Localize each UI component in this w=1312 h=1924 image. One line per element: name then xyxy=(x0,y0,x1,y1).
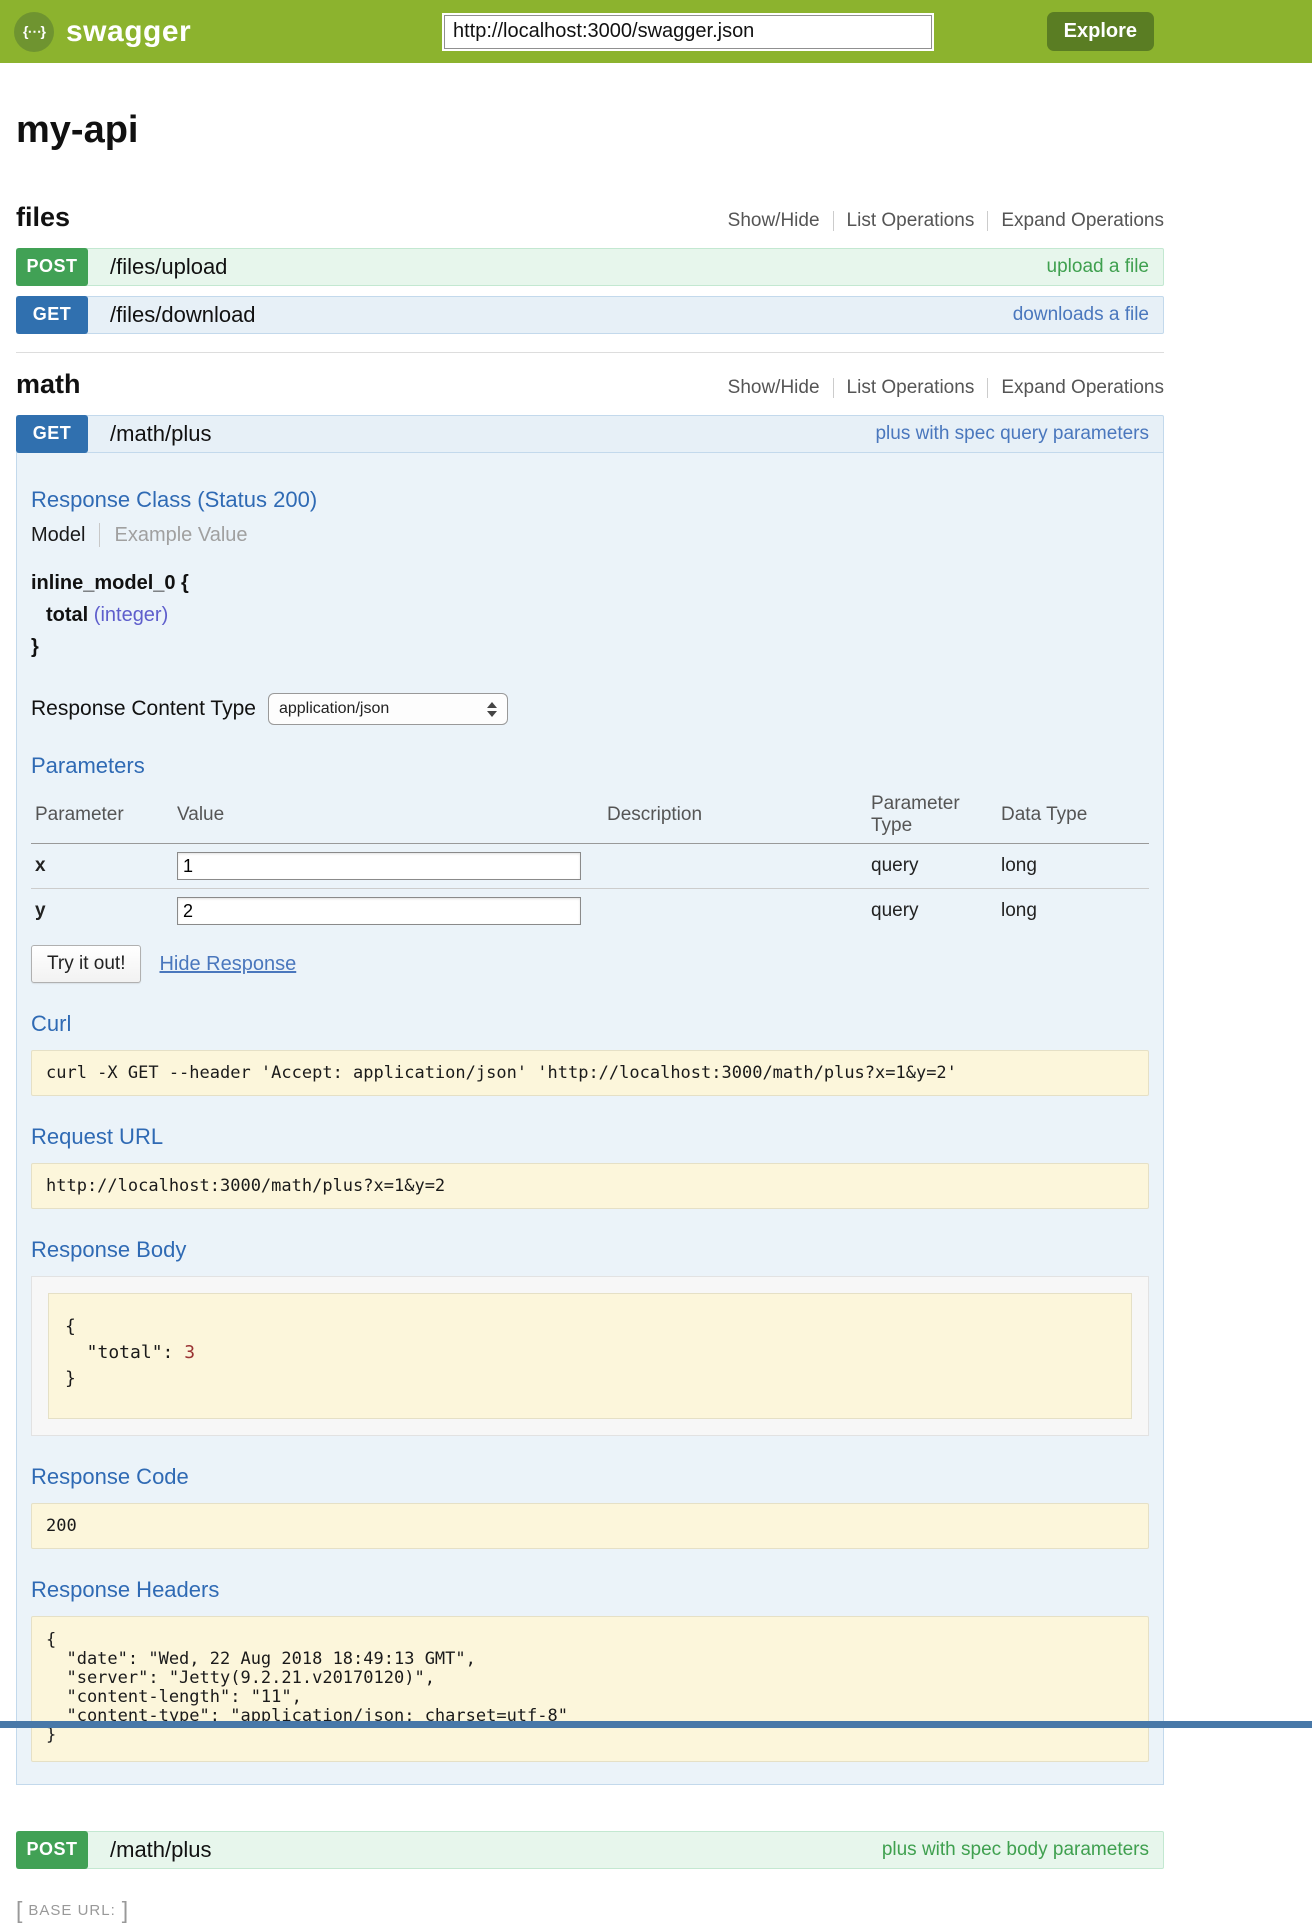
endpoint-path[interactable]: /files/download xyxy=(110,302,256,328)
explore-button[interactable]: Explore xyxy=(1047,12,1154,51)
param-name: y xyxy=(31,889,173,934)
param-row-x: x query long xyxy=(31,844,1149,889)
endpoint-summary[interactable]: upload a file xyxy=(1047,256,1149,278)
section-title-files: files xyxy=(16,202,70,233)
math-section-header: math Show/Hide List Operations Expand Op… xyxy=(16,369,1164,400)
endpoint-path[interactable]: /files/upload xyxy=(110,254,227,280)
tab-example-value[interactable]: Example Value xyxy=(114,524,247,547)
model-definition: inline_model_0 { total (integer) } xyxy=(31,567,1149,663)
col-data-type: Data Type xyxy=(997,787,1149,844)
response-body-heading: Response Body xyxy=(31,1237,1149,1263)
param-x-value-input[interactable] xyxy=(177,852,581,880)
col-value: Value xyxy=(173,787,603,844)
param-description xyxy=(603,889,867,934)
json-number-value: 3 xyxy=(184,1342,195,1363)
param-row-y: y query long xyxy=(31,889,1149,934)
swagger-logo[interactable]: {⋯} swagger xyxy=(14,12,444,52)
base-url-bracket-close: ] xyxy=(122,1897,128,1924)
json-key: "total": xyxy=(65,1342,184,1363)
param-description xyxy=(603,844,867,889)
model-close-brace: } xyxy=(31,631,1149,663)
tab-model[interactable]: Model xyxy=(31,524,85,547)
method-badge-post: POST xyxy=(16,1831,88,1869)
section-divider xyxy=(16,352,1164,353)
try-it-out-button[interactable]: Try it out! xyxy=(31,945,141,983)
model-tabs: Model Example Value xyxy=(31,523,1149,547)
endpoint-summary[interactable]: plus with spec query parameters xyxy=(875,423,1149,445)
swagger-braces-icon: {⋯} xyxy=(14,12,54,52)
method-badge-get: GET xyxy=(16,296,88,334)
headers-line: "content-length": "11", xyxy=(46,1687,302,1707)
files-expand-operations-link[interactable]: Expand Operations xyxy=(988,210,1164,232)
response-content-type-select[interactable]: application/json xyxy=(268,693,508,725)
headers-line: "server": "Jetty(9.2.21.v20170120)", xyxy=(46,1668,435,1688)
select-arrows-icon xyxy=(487,702,497,717)
endpoint-path[interactable]: /math/plus xyxy=(110,1837,212,1863)
data-type-cell: long xyxy=(997,844,1149,889)
spec-url-input[interactable] xyxy=(444,15,932,49)
param-y-value-input[interactable] xyxy=(177,897,581,925)
parameters-header-row: Parameter Value Description Parameter Ty… xyxy=(31,787,1149,844)
base-url-footer: [ BASE URL: ] xyxy=(16,1897,1164,1924)
endpoint-summary[interactable]: downloads a file xyxy=(1013,304,1149,326)
endpoint-summary[interactable]: plus with spec body parameters xyxy=(882,1839,1149,1861)
response-body-block: { "total": 3 } xyxy=(48,1293,1132,1419)
files-list-operations-link[interactable]: List Operations xyxy=(834,210,988,232)
param-type-cell: query xyxy=(867,844,997,889)
operation-row-get-math-plus[interactable]: GET /math/plus plus with spec query para… xyxy=(16,415,1164,453)
bottom-bar xyxy=(0,1721,1312,1728)
col-parameter: Parameter xyxy=(31,787,173,844)
base-url-label: BASE URL: xyxy=(28,1902,115,1919)
section-title-math: math xyxy=(16,369,81,400)
operation-row-post-math-plus[interactable]: POST /math/plus plus with spec body para… xyxy=(16,1831,1164,1869)
response-code-block: 200 xyxy=(31,1503,1149,1549)
files-show-hide-link[interactable]: Show/Hide xyxy=(715,210,833,232)
request-url-heading: Request URL xyxy=(31,1124,1149,1150)
operation-detail-panel: Response Class (Status 200) Model Exampl… xyxy=(16,453,1164,1785)
response-headers-block: { "date": "Wed, 22 Aug 2018 18:49:13 GMT… xyxy=(31,1616,1149,1762)
curl-heading: Curl xyxy=(31,1011,1149,1037)
headers-line: } xyxy=(46,1725,56,1745)
page-title: my-api xyxy=(16,109,1164,152)
curl-command-block: curl -X GET --header 'Accept: applicatio… xyxy=(31,1050,1149,1096)
header-bar: {⋯} swagger Explore xyxy=(0,0,1312,63)
col-description: Description xyxy=(603,787,867,844)
swagger-logo-text: swagger xyxy=(66,15,191,49)
parameters-table: Parameter Value Description Parameter Ty… xyxy=(31,787,1149,933)
model-property-type: (integer) xyxy=(94,604,168,626)
request-url-block: http://localhost:3000/math/plus?x=1&y=2 xyxy=(31,1163,1149,1209)
headers-line: { xyxy=(46,1630,56,1650)
operation-row-post-files-upload[interactable]: POST /files/upload upload a file xyxy=(16,248,1164,286)
math-expand-operations-link[interactable]: Expand Operations xyxy=(988,377,1164,399)
math-list-operations-link[interactable]: List Operations xyxy=(834,377,988,399)
parameters-heading: Parameters xyxy=(31,753,1149,779)
data-type-cell: long xyxy=(997,889,1149,934)
response-class-heading: Response Class (Status 200) xyxy=(31,487,1149,513)
headers-line: "date": "Wed, 22 Aug 2018 18:49:13 GMT", xyxy=(46,1649,476,1669)
hide-response-link[interactable]: Hide Response xyxy=(159,953,296,976)
model-property: total (integer) xyxy=(46,599,1149,631)
response-content-type-value: application/json xyxy=(279,700,389,718)
model-property-name: total xyxy=(46,604,88,626)
files-section-header: files Show/Hide List Operations Expand O… xyxy=(16,202,1164,233)
response-content-type-label: Response Content Type xyxy=(31,697,256,721)
col-parameter-type: Parameter Type xyxy=(867,787,997,844)
math-show-hide-link[interactable]: Show/Hide xyxy=(715,377,833,399)
response-body-wrapper: { "total": 3 } xyxy=(31,1276,1149,1436)
json-open-brace: { xyxy=(65,1316,76,1337)
param-type-cell: query xyxy=(867,889,997,934)
model-name-line: inline_model_0 { xyxy=(31,567,1149,599)
endpoint-path[interactable]: /math/plus xyxy=(110,421,212,447)
response-code-heading: Response Code xyxy=(31,1464,1149,1490)
tab-separator xyxy=(99,523,100,547)
param-name: x xyxy=(31,844,173,889)
method-badge-post: POST xyxy=(16,248,88,286)
base-url-bracket-open: [ xyxy=(16,1897,22,1924)
method-badge-get: GET xyxy=(16,415,88,453)
response-headers-heading: Response Headers xyxy=(31,1577,1149,1603)
json-close-brace: } xyxy=(65,1368,76,1389)
operation-row-get-files-download[interactable]: GET /files/download downloads a file xyxy=(16,296,1164,334)
